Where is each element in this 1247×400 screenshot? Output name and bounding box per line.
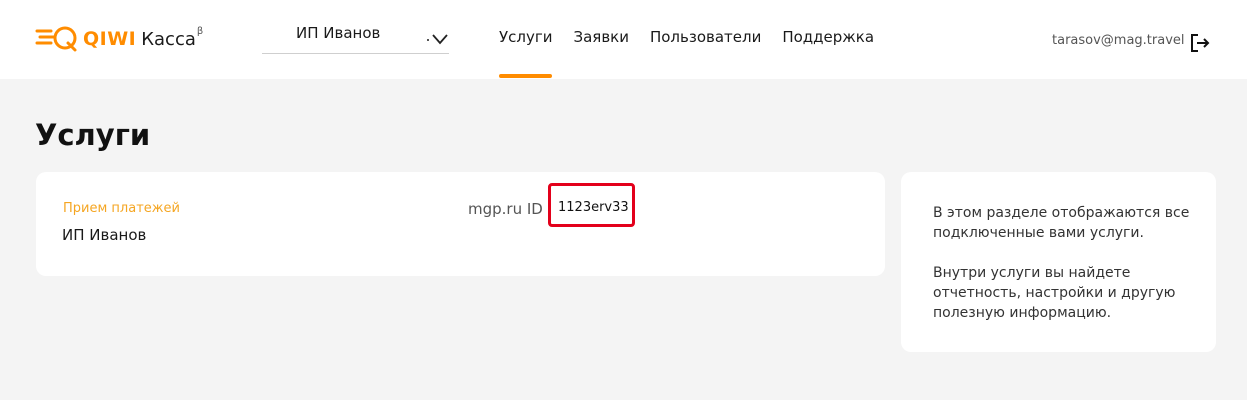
chevron-down-icon: [432, 34, 448, 45]
service-card[interactable]: Прием платежей ИП Иванов mgp.ru ID 1123e…: [36, 172, 885, 276]
logo-beta-badge: β: [196, 25, 204, 37]
info-paragraph: Внутри услуги вы найдете отчетность, нас…: [933, 265, 1176, 321]
highlight-annotation: [548, 183, 635, 227]
organization-select[interactable]: ИП Иванов: [262, 20, 449, 54]
organization-select-value: ИП Иванов: [296, 23, 381, 42]
nav-item-support[interactable]: Поддержка: [782, 0, 874, 79]
service-type-label: Прием платежей: [63, 201, 180, 216]
top-header: QIWI Касса β ИП Иванов Услуги Заявки Пол…: [0, 0, 1247, 79]
service-name: ИП Иванов: [62, 226, 147, 244]
info-paragraph: В этом разделе отображаются все подключе…: [933, 205, 1190, 241]
logout-icon[interactable]: [1189, 33, 1211, 53]
nav-item-users[interactable]: Пользователи: [650, 0, 761, 79]
select-dot: [427, 39, 429, 41]
user-email[interactable]: tarasov@mag.travel: [1052, 33, 1185, 48]
logo-brand-text: QIWI: [83, 28, 137, 50]
qiwi-logo-icon: [35, 26, 77, 52]
nav-item-services[interactable]: Услуги: [499, 0, 553, 79]
nav-item-requests[interactable]: Заявки: [573, 0, 628, 79]
qiwi-kassa-logo[interactable]: QIWI Касса β: [35, 22, 203, 56]
logo-product-text: Касса: [141, 28, 196, 50]
page-title: Услуги: [35, 118, 151, 152]
info-panel: В этом разделе отображаются все подключе…: [901, 172, 1216, 352]
main-nav: Услуги Заявки Пользователи Поддержка: [499, 0, 895, 79]
service-id-label: mgp.ru ID: [468, 200, 543, 218]
